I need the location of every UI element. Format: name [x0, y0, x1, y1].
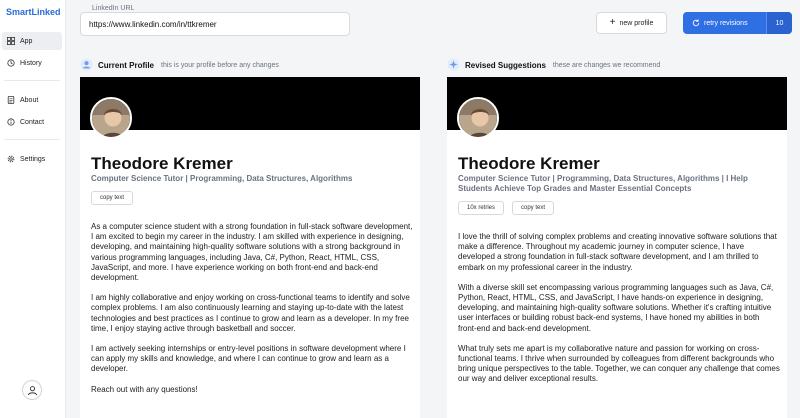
profile-headline: Computer Science Tutor | Programming, Da…: [91, 174, 353, 183]
sidebar-item-settings[interactable]: Settings: [2, 150, 62, 168]
panel-title: Current Profile: [98, 60, 155, 70]
about-paragraph: I love the thrill of solving complex pro…: [458, 232, 777, 272]
profile-card: Theodore Kremer Computer Science Tutor |…: [80, 77, 420, 418]
sidebar-item-label: About: [20, 96, 39, 104]
grid-icon: [7, 37, 15, 45]
gear-icon: [7, 155, 15, 163]
current-profile-header: Current Profile this is your profile bef…: [80, 56, 425, 74]
account-button[interactable]: [22, 380, 42, 400]
current-profile-panel: Current Profile this is your profile bef…: [80, 56, 425, 418]
about-paragraph: As a computer science student with a str…: [91, 222, 413, 283]
profile-name: Theodore Kremer: [458, 154, 600, 173]
sparkle-icon: [447, 57, 460, 73]
sidebar-item-history[interactable]: History: [2, 54, 62, 72]
profile-card: Theodore Kremer Computer Science Tutor |…: [447, 77, 787, 418]
user-icon: [27, 385, 38, 396]
profile-photo: [457, 97, 499, 139]
panel-subtitle: these are changes we recommend: [552, 61, 661, 69]
info-icon: [7, 118, 15, 126]
retry-count-badge: 10: [766, 12, 792, 34]
sidebar-item-app[interactable]: App: [2, 32, 62, 50]
plus-icon: +: [609, 17, 616, 28]
profile-headline: Computer Science Tutor | Programming, Da…: [458, 174, 748, 193]
profile-about: I love the thrill of solving complex pro…: [458, 232, 780, 395]
retry-revisions-button[interactable]: retry revisions 10: [683, 12, 792, 34]
sidebar-item-label: App: [20, 37, 33, 45]
sidebar-item-label: Settings: [20, 155, 46, 163]
sidebar-item-label: Contact: [20, 118, 45, 126]
retry-label: retry revisions: [704, 19, 748, 27]
profile-avatar-icon: [80, 57, 93, 73]
sidebar-divider: [4, 139, 60, 140]
revised-suggestions-header: Revised Suggestions these are changes we…: [447, 56, 792, 74]
copy-text-button[interactable]: copy text: [91, 191, 134, 205]
profile-photo: [90, 97, 132, 139]
url-label: LinkedIn URL: [92, 5, 135, 12]
about-paragraph: Reach out with any questions!: [91, 384, 198, 394]
new-profile-label: new profile: [619, 19, 654, 27]
sidebar-item-contact[interactable]: Contact: [2, 113, 62, 131]
retries-button[interactable]: 10x retries: [458, 201, 505, 215]
sidebar-divider: [4, 80, 60, 81]
sidebar-item-label: History: [20, 59, 42, 67]
about-paragraph: With a diverse skill set encompassing va…: [458, 282, 774, 333]
sidebar-item-about[interactable]: About: [2, 91, 62, 109]
document-icon: [7, 96, 15, 104]
about-paragraph: I am highly collaborative and enjoy work…: [91, 293, 410, 333]
new-profile-button[interactable]: + new profile: [596, 12, 667, 34]
profile-name: Theodore Kremer: [91, 154, 233, 173]
panel-subtitle: this is your profile before any changes: [161, 61, 279, 69]
profile-about: As a computer science student with a str…: [91, 222, 413, 405]
sidebar: SmartLinked App History About Contact Se…: [0, 0, 66, 418]
panel-title: Revised Suggestions: [465, 60, 546, 70]
about-paragraph: I am actively seeking internships or ent…: [91, 344, 406, 374]
revised-suggestions-panel: Revised Suggestions these are changes we…: [447, 56, 792, 418]
brand-logo[interactable]: SmartLinked: [6, 7, 61, 17]
linkedin-url-input[interactable]: [80, 12, 350, 36]
copy-text-button[interactable]: copy text: [512, 201, 555, 215]
about-paragraph: What truly sets me apart is my collabora…: [458, 343, 780, 384]
history-icon: [7, 59, 15, 67]
refresh-icon: [692, 19, 700, 27]
